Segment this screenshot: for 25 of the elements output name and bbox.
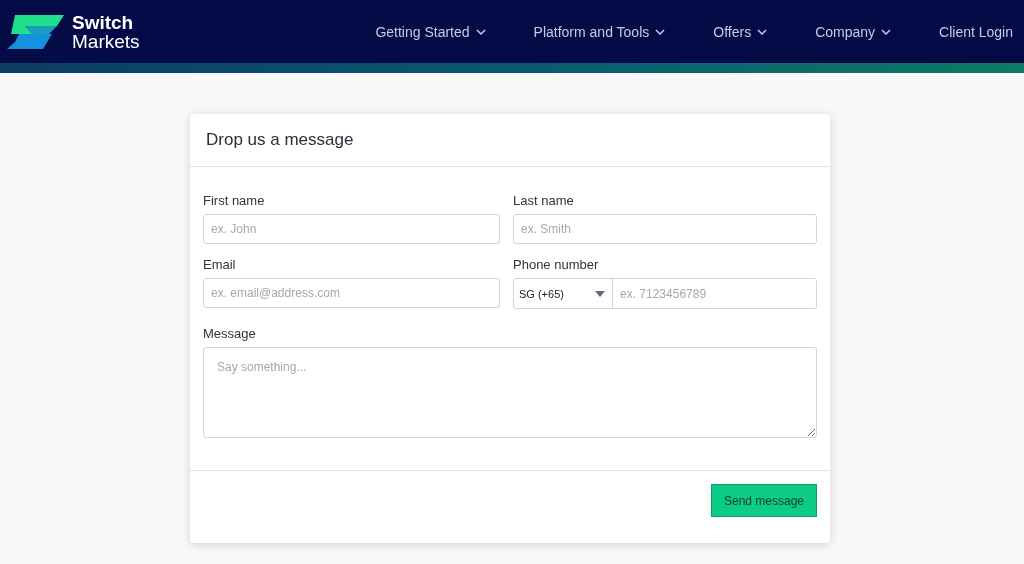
brand-name: Markets xyxy=(72,31,140,51)
field-label: Phone number xyxy=(513,257,600,272)
input-field[interactable]: ex. John xyxy=(203,214,500,244)
field-label: Last name xyxy=(513,193,575,208)
nav-link[interactable]: Offers xyxy=(713,23,768,40)
chevron-down-icon xyxy=(475,28,486,35)
brand-name: Switch xyxy=(72,12,135,32)
nav-link[interactable]: Platform and Tools xyxy=(533,23,666,40)
input-field[interactable]: ex. Smith xyxy=(513,214,817,244)
input-field[interactable]: ex. email@address.com xyxy=(203,278,500,308)
field-label: Email xyxy=(203,257,237,272)
send-message-button[interactable]: Send message xyxy=(711,484,817,517)
form-title: Drop us a message xyxy=(206,130,354,150)
message-textarea[interactable]: Say something... xyxy=(203,347,817,438)
caret-icon xyxy=(595,290,605,297)
chevron-down-icon xyxy=(757,28,768,35)
phone-number-field[interactable]: SG (+65) ex. 7123456789 xyxy=(513,278,817,309)
field-label: First name xyxy=(203,193,266,208)
chevron-down-icon xyxy=(881,28,892,35)
nav-link[interactable]: Client Login xyxy=(939,23,1013,40)
logo-icon xyxy=(7,13,67,50)
chevron-down-icon xyxy=(655,28,666,35)
field-label: Message xyxy=(203,326,257,341)
nav-link[interactable]: Company xyxy=(815,23,892,40)
nav-link[interactable]: Getting Started xyxy=(375,23,486,40)
